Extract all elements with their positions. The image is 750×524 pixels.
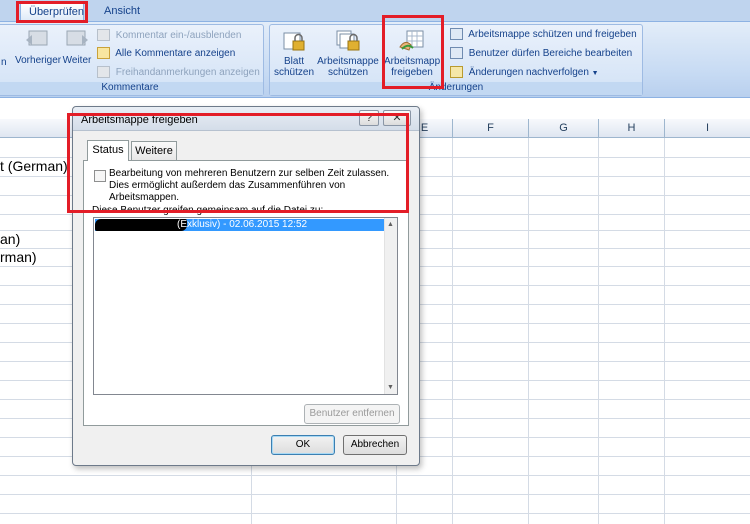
users-listbox[interactable]: (Exklusiv) - 02.06.2015 12:52 ▲ ▼: [93, 217, 398, 395]
previous-comment-button[interactable]: Vorheriger: [15, 28, 62, 66]
tab-view[interactable]: Ansicht: [96, 3, 148, 22]
protect-and-share-button[interactable]: Arbeitsmappe schützen und freigeben: [450, 27, 637, 43]
cancel-button[interactable]: Abbrechen: [343, 435, 407, 455]
list-item-text: (Exklusiv) - 02.06.2015 12:52: [177, 219, 308, 230]
column-header-i[interactable]: I: [664, 119, 750, 138]
toggle-comment-button[interactable]: Kommentar ein-/ausblenden: [97, 28, 241, 44]
lock-sheet-icon: [283, 32, 305, 51]
protect-sheet-label-2: schützen: [273, 67, 315, 78]
cell-text[interactable]: an): [0, 231, 20, 247]
grid-line: [0, 494, 750, 495]
previous-comment-icon: [26, 30, 48, 46]
allow-ranges-button[interactable]: Benutzer dürfen Bereiche bearbeiten: [450, 46, 632, 62]
annotation-box-dialog-option: [67, 113, 409, 213]
protect-and-share-label: Arbeitsmappe schützen und freigeben: [468, 29, 637, 40]
annotation-box-share-button: [382, 15, 444, 89]
protect-workbook-label-1: Arbeitsmappe: [317, 56, 379, 67]
column-header-h[interactable]: H: [598, 119, 664, 138]
cell-text[interactable]: t (German): [0, 158, 68, 174]
comment-icon: [97, 29, 110, 42]
protect-sheet-label-1: Blatt: [283, 56, 304, 67]
track-changes-icon: [450, 66, 463, 79]
partial-button-label: n: [1, 57, 7, 68]
listbox-scrollbar[interactable]: ▲ ▼: [384, 218, 397, 394]
group-title-comments: Kommentare: [0, 82, 263, 95]
tab-status[interactable]: Status: [87, 140, 129, 161]
ribbon-group-comments: n Vorheriger Weiter Kommentar ein-/ausbl…: [0, 24, 264, 96]
next-comment-button[interactable]: Weiter: [61, 28, 93, 66]
redacted-username: [95, 219, 187, 231]
cell-text[interactable]: rman): [0, 249, 37, 265]
group-title-changes: Änderungen: [270, 82, 642, 95]
column-header-g[interactable]: G: [528, 119, 598, 138]
allow-ranges-label: Benutzer dürfen Bereiche bearbeiten: [468, 48, 633, 59]
next-comment-label: Weiter: [62, 55, 92, 66]
column-header-f[interactable]: F: [452, 119, 528, 138]
show-all-comments-label: Alle Kommentare anzeigen: [115, 48, 236, 59]
protect-workbook-button[interactable]: Arbeitsmappe schützen: [316, 29, 380, 78]
track-changes-label: Änderungen nachverfolgen: [468, 67, 589, 78]
chevron-down-icon: ▼: [591, 70, 599, 77]
remove-user-button[interactable]: Benutzer entfernen: [304, 404, 400, 424]
annotation-box-review-tab: [16, 1, 88, 23]
scroll-down-icon[interactable]: ▼: [387, 384, 394, 391]
next-comment-icon: [66, 30, 88, 46]
grid-line: [0, 475, 750, 476]
protect-workbook-label-2: schützen: [327, 67, 369, 78]
ribbon-tab-bar: Überprüfen Ansicht: [0, 0, 750, 22]
lock-workbook-icon: [336, 30, 360, 51]
protect-sheet-button[interactable]: Blatt schützen: [272, 29, 316, 78]
show-ink-label: Freihandanmerkungen anzeigen: [115, 67, 260, 78]
grid-line: [0, 513, 750, 514]
previous-comment-label: Vorheriger: [15, 55, 62, 66]
scroll-up-icon[interactable]: ▲: [387, 221, 394, 228]
comments-icon: [97, 47, 110, 60]
show-all-comments-button[interactable]: Alle Kommentare anzeigen: [97, 46, 235, 62]
ok-button[interactable]: OK: [271, 435, 335, 455]
protect-share-icon: [450, 28, 463, 41]
track-changes-button[interactable]: Änderungen nachverfolgen ▼: [450, 65, 599, 81]
toggle-comment-label: Kommentar ein-/ausblenden: [115, 30, 242, 41]
ribbon-group-changes: Blatt schützen Arbeitsmappe schützen Arb…: [269, 24, 643, 96]
ink-icon: [97, 66, 110, 79]
show-ink-button[interactable]: Freihandanmerkungen anzeigen: [97, 65, 260, 81]
allow-ranges-icon: [450, 47, 463, 60]
list-item[interactable]: (Exklusiv) - 02.06.2015 12:52: [95, 219, 385, 231]
